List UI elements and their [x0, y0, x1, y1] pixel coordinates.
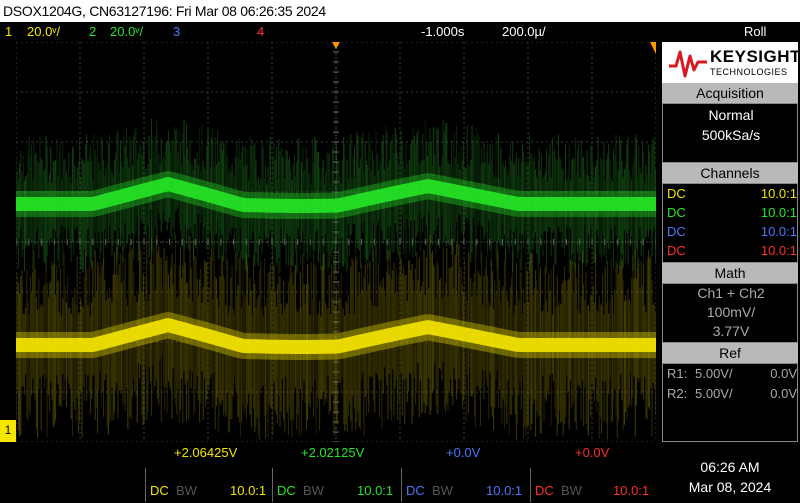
ch1-value: +2.06425V: [174, 445, 238, 460]
ch2-bottom-probe: 10.0:1: [357, 483, 394, 498]
ch1-ground-label: 1: [4, 423, 12, 437]
ch4-bw: BW: [561, 483, 582, 498]
r2-scale: 5.00V/: [695, 386, 733, 401]
ch1-bw: BW: [176, 483, 197, 498]
bottom-bar: +2.06425V DC BW 10.0:1 +2.02125V DC BW 1…: [0, 443, 800, 503]
r2-label: R2:: [667, 386, 688, 401]
channel-settings-bar: 1 20.0ᵛ/ 2 20.0ᵛ/ 3 4 -1.000s 200.0µ/ Ro…: [0, 22, 800, 42]
ch3-value: +0.0V: [446, 445, 481, 460]
math-scale: 100mV/: [706, 304, 756, 320]
ch4-value: +0.0V: [575, 445, 610, 460]
ch3-bottom-probe: 10.0:1: [486, 483, 523, 498]
ref-row-1[interactable]: R1: 5.00V/ 0.0V: [667, 364, 797, 384]
ch1-probe: 10.0:1: [760, 186, 797, 201]
math-header[interactable]: Math: [662, 263, 798, 283]
ch1-scale[interactable]: 20.0ᵛ/: [27, 22, 60, 42]
ch2-coupling: DC: [667, 205, 686, 220]
math-box[interactable]: Ch1 + Ch2 100mV/ 3.77V: [662, 283, 798, 343]
ch4-bottom-coupling: DC: [535, 483, 554, 498]
acquisition-type: Normal: [708, 107, 754, 123]
acquisition-header[interactable]: Acquisition: [662, 83, 798, 103]
ch4-coupling: DC: [667, 243, 686, 258]
keysight-logo-icon: [669, 50, 707, 78]
channels-header[interactable]: Channels: [662, 163, 798, 183]
ch4-status[interactable]: +0.0V DC BW 10.0:1: [533, 445, 657, 503]
ch3-bw: BW: [432, 483, 453, 498]
ch4-number[interactable]: 4: [257, 22, 264, 42]
side-panel: KEYSIGHT TECHNOLOGIES Acquisition Normal…: [660, 42, 800, 442]
channel-row-2[interactable]: DC 10.0:1: [667, 203, 797, 223]
ch3-number[interactable]: 3: [173, 22, 180, 42]
ch2-status[interactable]: +2.02125V DC BW 10.0:1: [275, 445, 399, 503]
brand-name: KEYSIGHT: [710, 47, 800, 66]
window-title: DSOX1204G, CN63127196: Fri Mar 08 06:26:…: [3, 3, 326, 19]
r1-offset: 0.0V: [770, 366, 797, 381]
r1-label: R1:: [667, 366, 688, 381]
acquisition-mode[interactable]: Roll: [744, 22, 766, 42]
ch1-bottom-probe: 10.0:1: [230, 483, 267, 498]
channel-row-1[interactable]: DC 10.0:1: [667, 184, 797, 204]
channel-row-3[interactable]: DC 10.0:1: [667, 222, 797, 242]
ch2-number[interactable]: 2: [89, 22, 96, 42]
ch1-number[interactable]: 1: [5, 22, 12, 42]
channels-box[interactable]: DC 10.0:1 DC 10.0:1 DC 10.0:1 DC 10.0:1: [662, 183, 798, 263]
brand-subtitle: TECHNOLOGIES: [710, 67, 788, 77]
ch2-bottom-coupling: DC: [277, 483, 296, 498]
ch1-coupling: DC: [667, 186, 686, 201]
ref-row-2[interactable]: R2: 5.00V/ 0.0V: [667, 384, 797, 404]
ref-header[interactable]: Ref: [662, 343, 798, 363]
ch2-bw: BW: [303, 483, 324, 498]
r1-scale: 5.00V/: [695, 366, 733, 381]
acquisition-box[interactable]: Normal 500kSa/s: [662, 103, 798, 163]
ch3-bottom-coupling: DC: [406, 483, 425, 498]
ref-box[interactable]: R1: 5.00V/ 0.0V R2: 5.00V/ 0.0V: [662, 363, 798, 442]
clock-time: 06:26 AM: [700, 459, 760, 475]
waveform-display[interactable]: [16, 42, 656, 442]
math-offset: 3.77V: [712, 323, 750, 339]
title-bar: DSOX1204G, CN63127196: Fri Mar 08 06:26:…: [0, 0, 800, 22]
r2-offset: 0.0V: [770, 386, 797, 401]
math-expression: Ch1 + Ch2: [697, 285, 765, 301]
time-offset[interactable]: -1.000s: [421, 22, 464, 42]
ch1-status[interactable]: +2.06425V DC BW 10.0:1: [148, 445, 270, 503]
ch3-status[interactable]: +0.0V DC BW 10.0:1: [404, 445, 528, 503]
time-scale[interactable]: 200.0µ/: [502, 22, 546, 42]
ch1-ground-marker[interactable]: 1: [0, 420, 16, 442]
ch3-coupling: DC: [667, 224, 686, 239]
ch4-bottom-probe: 10.0:1: [613, 483, 650, 498]
ch3-probe: 10.0:1: [760, 224, 797, 239]
sample-rate: 500kSa/s: [701, 127, 761, 143]
ch2-value: +2.02125V: [301, 445, 365, 460]
clock-date: Mar 08, 2024: [688, 479, 772, 495]
channel-row-4[interactable]: DC 10.0:1: [667, 241, 797, 261]
ch2-scale[interactable]: 20.0ᵛ/: [110, 22, 143, 42]
ch4-probe: 10.0:1: [760, 243, 797, 258]
ch1-bottom-coupling: DC: [150, 483, 169, 498]
ch2-probe: 10.0:1: [760, 205, 797, 220]
brand-box: KEYSIGHT TECHNOLOGIES: [662, 42, 800, 84]
